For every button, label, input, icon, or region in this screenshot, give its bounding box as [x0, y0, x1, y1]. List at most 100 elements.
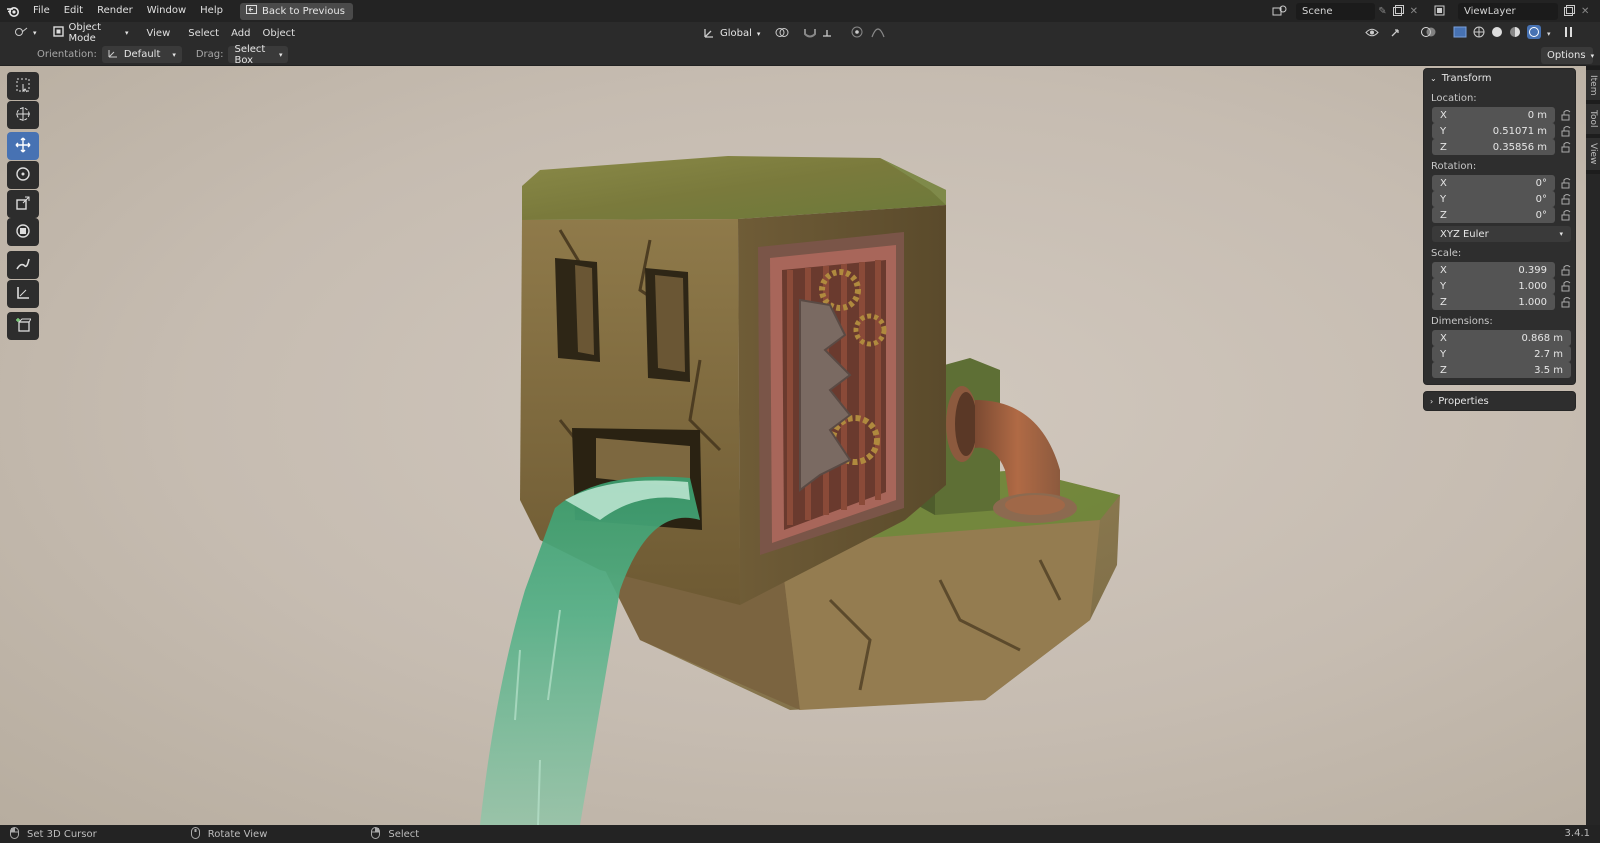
- lock-icon[interactable]: [1561, 125, 1572, 137]
- location-x-value: 0 m: [1527, 109, 1547, 121]
- scale-z-field[interactable]: Z 1.000: [1432, 294, 1555, 310]
- orientation-global-icon: [703, 27, 715, 41]
- tab-view[interactable]: View: [1586, 138, 1600, 170]
- visibility-icon[interactable]: [1365, 27, 1383, 41]
- lock-icon[interactable]: [1561, 193, 1572, 205]
- orientation-default-icon: [108, 48, 119, 61]
- pin-icon[interactable]: ✎: [1378, 6, 1386, 17]
- dimensions-x-value: 0.868 m: [1521, 332, 1563, 344]
- snap-icon[interactable]: [803, 27, 817, 41]
- lock-icon[interactable]: [1561, 296, 1572, 308]
- transform-title: Transform: [1441, 72, 1492, 84]
- sidebar-toggle-icon[interactable]: [1563, 26, 1575, 41]
- tab-item[interactable]: Item: [1586, 70, 1600, 100]
- location-z-field[interactable]: Z 0.35856 m: [1432, 139, 1555, 155]
- gizmo-icon[interactable]: [1389, 27, 1409, 41]
- lock-icon[interactable]: [1561, 141, 1572, 153]
- menu-help[interactable]: Help: [193, 0, 230, 22]
- scene-selector[interactable]: Scene ✎ ✕: [1272, 3, 1418, 20]
- lock-icon[interactable]: [1561, 177, 1572, 189]
- menu-object[interactable]: Object: [256, 28, 301, 39]
- axis-label: Z: [1440, 296, 1447, 308]
- move-tool[interactable]: [7, 132, 39, 160]
- editor-type-dropdown[interactable]: ▾: [8, 25, 43, 42]
- orientation-dropdown[interactable]: Default ▾: [101, 46, 182, 63]
- blender-logo-icon[interactable]: [0, 5, 26, 17]
- drag-value: Select Box: [234, 43, 266, 66]
- rotation-y-field[interactable]: Y 0°: [1432, 191, 1555, 207]
- tab-tool[interactable]: Tool: [1586, 104, 1600, 134]
- select-box-icon: [15, 77, 31, 96]
- new-scene-icon[interactable]: [1392, 4, 1404, 19]
- lock-icon[interactable]: [1561, 209, 1572, 221]
- menu-view[interactable]: View: [141, 28, 177, 39]
- menu-render[interactable]: Render: [90, 0, 140, 22]
- rotate-tool[interactable]: [7, 161, 39, 189]
- new-view-layer-icon[interactable]: [1564, 4, 1575, 19]
- delete-view-layer-icon[interactable]: ✕: [1581, 6, 1589, 17]
- falloff-icon[interactable]: [871, 27, 885, 41]
- proportional-edit-icon[interactable]: [851, 26, 863, 41]
- menu-file[interactable]: File: [26, 0, 57, 22]
- view-layer-name-field[interactable]: ViewLayer: [1458, 3, 1558, 20]
- drag-dropdown[interactable]: Select Box ▾: [228, 43, 289, 66]
- lock-icon[interactable]: [1561, 264, 1572, 276]
- dimensions-x-field[interactable]: X 0.868 m: [1432, 330, 1571, 346]
- axis-label: X: [1440, 109, 1447, 121]
- measure-tool[interactable]: [7, 280, 39, 308]
- axis-label: Y: [1440, 125, 1447, 137]
- snap-target-icon[interactable]: [821, 27, 841, 41]
- 3d-viewport[interactable]: [0, 66, 1586, 825]
- scale-y-value: 1.000: [1518, 280, 1547, 292]
- shading-rendered-icon[interactable]: [1527, 25, 1541, 42]
- shading-material-icon[interactable]: [1509, 26, 1521, 41]
- view-layer-selector[interactable]: ViewLayer ✕: [1434, 3, 1594, 20]
- version-label: 3.4.1: [1564, 828, 1590, 839]
- rotation-mode-dropdown[interactable]: XYZ Euler ▾: [1432, 226, 1571, 242]
- scale-x-field[interactable]: X 0.399: [1432, 262, 1555, 278]
- cursor-tool[interactable]: [7, 101, 39, 129]
- transform-orientation-dropdown[interactable]: Global ▾: [697, 25, 763, 42]
- add-cube-tool[interactable]: [7, 312, 39, 340]
- dimensions-z-field[interactable]: Z 3.5 m: [1432, 362, 1571, 378]
- options-dropdown[interactable]: Options ▾: [1541, 47, 1594, 64]
- rotation-z-field[interactable]: Z 0°: [1432, 207, 1555, 223]
- overlays-icon[interactable]: [1421, 26, 1437, 41]
- properties-header[interactable]: › Properties: [1424, 392, 1575, 410]
- menu-add[interactable]: Add: [225, 28, 256, 39]
- viewport-scene: [480, 156, 1120, 825]
- transform-tool[interactable]: [7, 218, 39, 246]
- delete-scene-icon[interactable]: ✕: [1410, 6, 1418, 17]
- back-to-previous-button[interactable]: Back to Previous: [239, 2, 353, 20]
- properties-title: Properties: [1438, 395, 1489, 407]
- axis-label: Y: [1440, 193, 1447, 205]
- object-mode-icon: [52, 26, 64, 40]
- dimensions-y-field[interactable]: Y 2.7 m: [1432, 346, 1571, 362]
- mode-label: Object Mode: [68, 22, 102, 44]
- side-tab-strip: [1586, 174, 1600, 825]
- scene-name-field[interactable]: Scene: [1296, 3, 1376, 20]
- menu-window[interactable]: Window: [140, 0, 193, 22]
- select-box-tool[interactable]: [7, 72, 39, 100]
- location-label: Location:: [1431, 93, 1477, 104]
- axis-label: Y: [1440, 348, 1447, 360]
- location-y-field[interactable]: Y 0.51071 m: [1432, 123, 1555, 139]
- rotation-x-field[interactable]: X 0°: [1432, 175, 1555, 191]
- chevron-down-icon[interactable]: ▾: [1547, 30, 1551, 38]
- shading-solid-icon[interactable]: [1491, 26, 1503, 41]
- transform-header[interactable]: ⌄ Transform: [1424, 69, 1575, 87]
- location-x-field[interactable]: X 0 m: [1432, 107, 1555, 123]
- menu-edit[interactable]: Edit: [57, 0, 90, 22]
- annotate-tool[interactable]: [7, 251, 39, 279]
- menu-select[interactable]: Select: [182, 28, 225, 39]
- scale-y-field[interactable]: Y 1.000: [1432, 278, 1555, 294]
- shading-wireframe-icon[interactable]: [1473, 26, 1485, 41]
- scale-tool[interactable]: [7, 190, 39, 218]
- lock-icon[interactable]: [1561, 280, 1572, 292]
- xray-icon[interactable]: [1453, 26, 1467, 41]
- axis-label: X: [1440, 264, 1447, 276]
- mode-dropdown[interactable]: Object Mode ▾: [47, 22, 135, 44]
- pivot-point-icon[interactable]: [775, 27, 793, 41]
- properties-panel[interactable]: › Properties: [1423, 391, 1576, 411]
- lock-icon[interactable]: [1561, 109, 1572, 121]
